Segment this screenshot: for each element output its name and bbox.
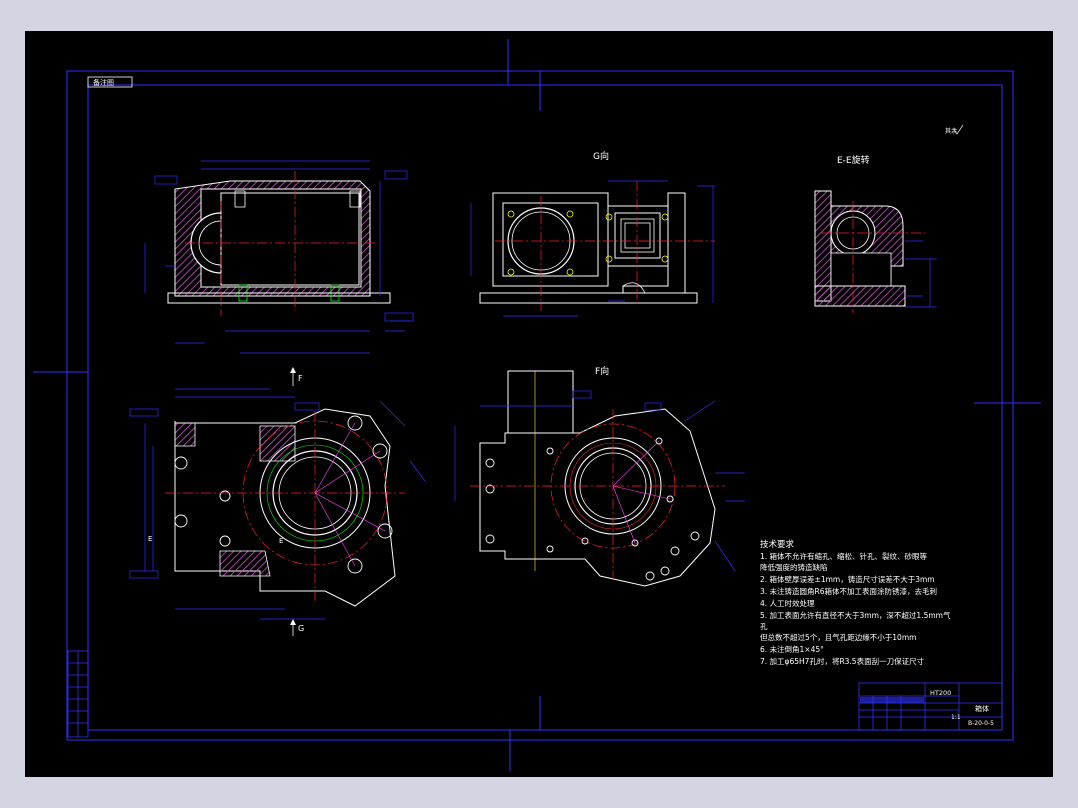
technical-requirements: 技术要求 1. 箱体不允许有缩孔、缩松、针孔、裂纹、砂眼等 降低强度的铸造缺陷 … bbox=[760, 539, 951, 666]
revision-strip bbox=[67, 650, 89, 738]
tech-req-line: 孔 bbox=[760, 622, 768, 631]
front-section-view bbox=[144, 160, 414, 354]
material-text: HT200 bbox=[930, 689, 951, 697]
arrow-f-label: F bbox=[298, 374, 303, 383]
view-f-label: F向 bbox=[595, 365, 609, 377]
tech-req-line: 7. 加工φ65H7孔时，将R3.5表面刮一刀保证尺寸 bbox=[760, 656, 925, 666]
tech-req-line: 3. 未注铸造圆角R6箱体不加工表面涂防锈漆，去毛刺 bbox=[760, 586, 937, 596]
tech-req-line: 但总数不超过5个，且气孔距边缘不小于10mm bbox=[760, 632, 916, 642]
arrow-g-label: G bbox=[298, 624, 304, 633]
drawing-canvas: 备注图 其余 G向 E-E旋转 F G E E F向 技术要求 1. 箱体不允许… bbox=[25, 31, 1053, 777]
tech-req-line: 6. 未注倒角1×45° bbox=[760, 644, 824, 654]
view-ee-label: E-E旋转 bbox=[837, 154, 870, 166]
part-name-text: 箱体 bbox=[975, 704, 989, 713]
view-e-e: E-E旋转 bbox=[814, 154, 937, 313]
tech-req-line: 4. 人工时效处理 bbox=[760, 598, 815, 608]
view-g-label: G向 bbox=[593, 150, 609, 162]
title-block: HT200 箱体 1:1 B-20-0-5 bbox=[858, 682, 1003, 731]
cad-drawing: 备注图 其余 G向 E-E旋转 F G E E F向 技术要求 1. 箱体不允许… bbox=[33, 39, 1041, 771]
tech-req-line: 1. 箱体不允许有缩孔、缩松、针孔、裂纹、砂眼等 bbox=[760, 551, 928, 561]
tech-req-title: 技术要求 bbox=[760, 539, 795, 550]
scale-text: 1:1 bbox=[951, 714, 961, 721]
view-f: F向 bbox=[454, 365, 745, 587]
drawing-no-text: B-20-0-5 bbox=[968, 720, 994, 727]
roughness-note: 其余 bbox=[945, 124, 964, 135]
top-view: F G E E bbox=[129, 367, 426, 636]
tech-req-line: 2. 箱体壁厚误差±1mm，铸造尺寸误差不大于3mm bbox=[760, 574, 935, 584]
corner-tag-text: 备注图 bbox=[93, 78, 114, 87]
tech-req-line: 降低强度的铸造缺陷 bbox=[760, 562, 828, 572]
section-e2-label: E bbox=[279, 537, 283, 545]
tech-req-line: 5. 加工表面允许有直径不大于3mm，深不超过1.5mm气 bbox=[760, 610, 951, 620]
section-e-label: E bbox=[148, 535, 152, 543]
view-g: G向 bbox=[470, 150, 715, 317]
